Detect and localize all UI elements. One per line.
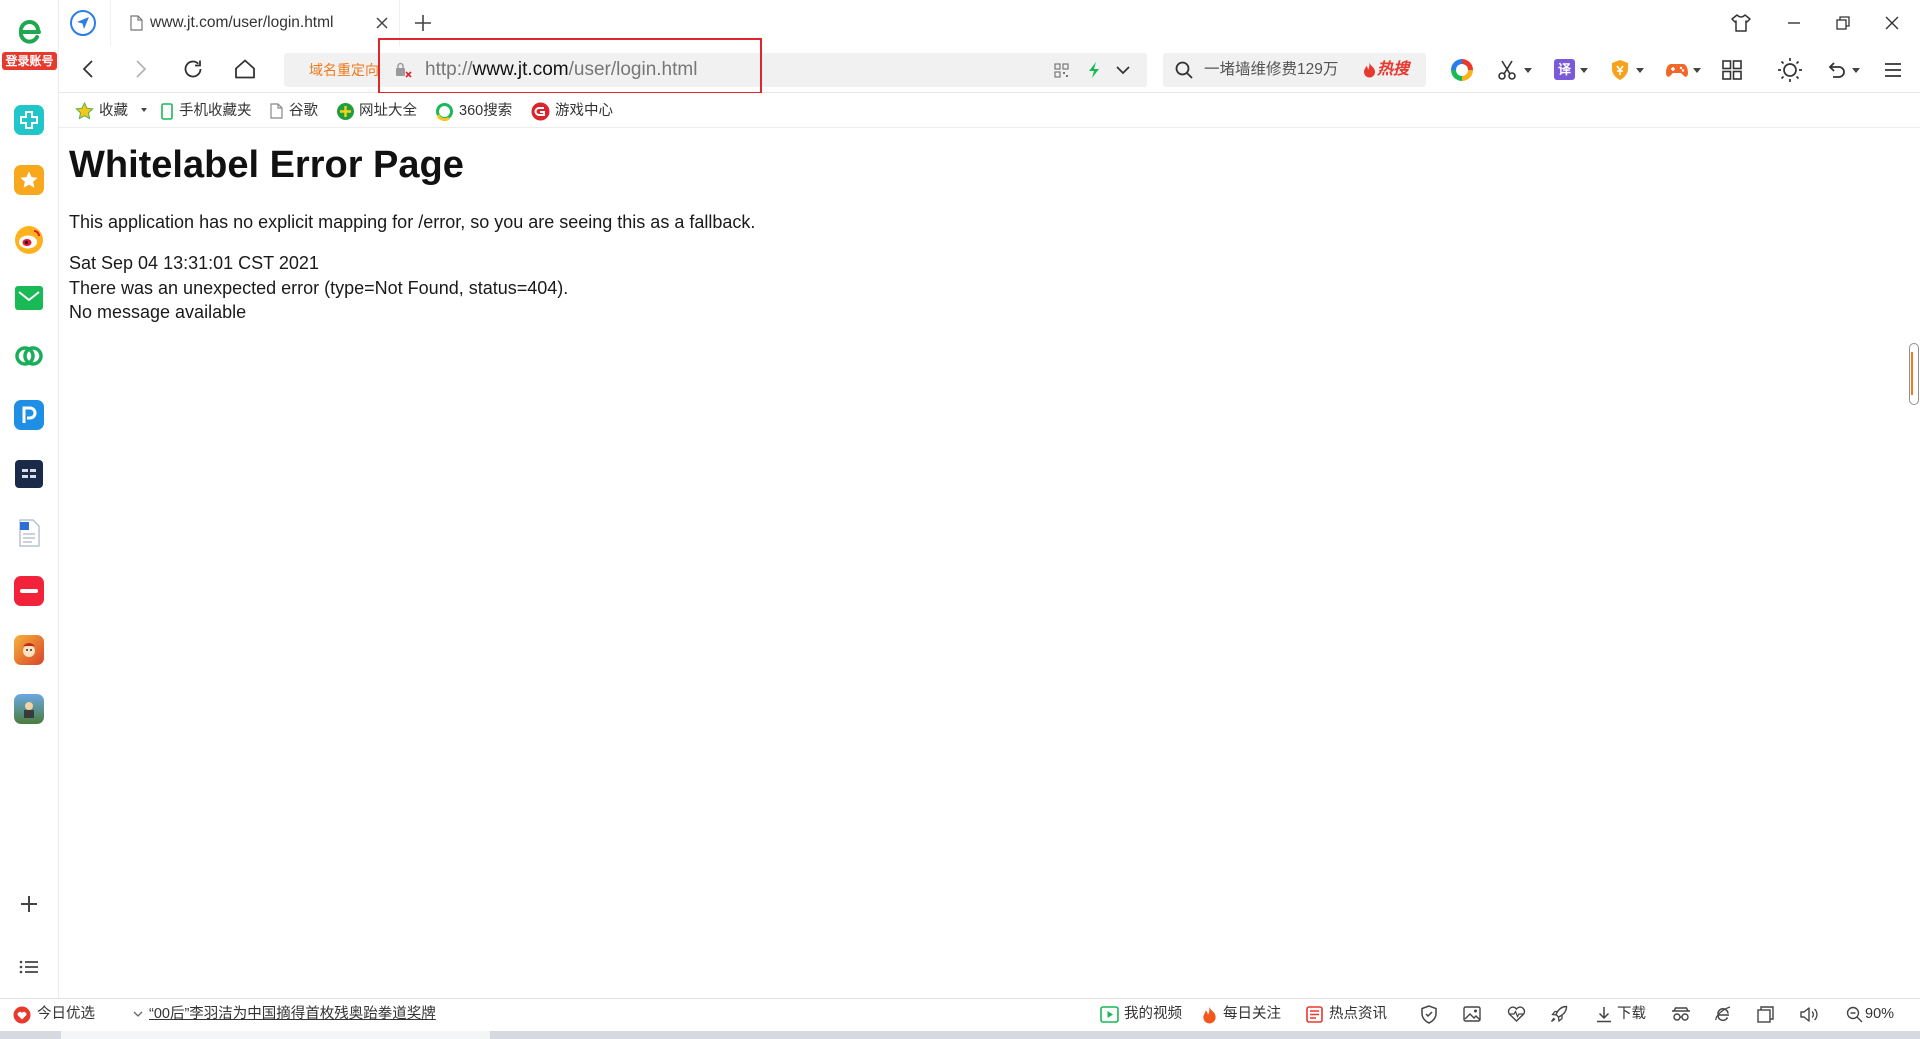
translate-glyph: 译 — [1557, 61, 1571, 77]
daily-picks-icon — [12, 1005, 31, 1024]
menu-icon[interactable] — [1883, 60, 1903, 80]
game-app-icon[interactable] — [14, 635, 44, 665]
teal-app-icon[interactable] — [14, 105, 44, 135]
bookmark-game-center[interactable]: 游戏中心 — [555, 102, 613, 120]
document-icon[interactable] — [15, 518, 43, 548]
close-icon[interactable] — [374, 15, 390, 31]
add-icon[interactable] — [17, 892, 41, 916]
favorites-star-icon — [74, 101, 94, 121]
close-window-icon[interactable] — [1880, 11, 1904, 35]
daily-follow-label[interactable]: 每日关注 — [1223, 1005, 1281, 1023]
scissors-icon[interactable] — [1495, 58, 1519, 82]
reader-mode-icon[interactable] — [1670, 1004, 1692, 1024]
star-icon[interactable] — [14, 165, 44, 195]
back-icon[interactable] — [77, 58, 99, 80]
brightness-icon[interactable] — [1777, 57, 1803, 83]
qr-code-icon[interactable] — [1052, 61, 1070, 79]
browser-logo-icon[interactable] — [14, 14, 44, 48]
chevron-down-icon[interactable] — [1113, 60, 1133, 80]
game-caret[interactable] — [1693, 68, 1701, 73]
window-mode-icon[interactable] — [1755, 1004, 1775, 1024]
navy-app-icon[interactable] — [15, 460, 43, 488]
ie-compat-icon[interactable] — [1713, 1004, 1733, 1024]
undo-icon[interactable] — [1824, 58, 1848, 82]
browser-ring-icon[interactable] — [1451, 59, 1473, 81]
bookmark-web-directory[interactable]: 网址大全 — [359, 102, 417, 120]
web-directory-icon — [335, 101, 355, 121]
page-content: Whitelabel Error Page This application h… — [59, 128, 1908, 998]
translate-icon[interactable]: 译 — [1554, 59, 1575, 80]
skin-icon[interactable] — [1729, 11, 1753, 35]
lightning-icon[interactable] — [1084, 60, 1104, 80]
download-label[interactable]: 下载 — [1617, 1005, 1646, 1023]
bookmark-360-search[interactable]: 360搜索 — [459, 102, 512, 120]
zoom-level[interactable]: 90% — [1865, 1005, 1894, 1023]
error-timestamp: Sat Sep 04 13:31:01 CST 2021 — [69, 253, 319, 273]
game-icon[interactable] — [1664, 58, 1690, 82]
weibo-icon[interactable] — [14, 225, 44, 255]
taskbar-item — [61, 1031, 490, 1039]
scrollbar-indicator — [1911, 352, 1913, 395]
daily-picks-label[interactable]: 今日优选 — [37, 1005, 95, 1023]
page-icon — [129, 15, 143, 31]
red-app-icon[interactable] — [14, 576, 44, 606]
search-360-icon — [434, 101, 454, 121]
redirect-label[interactable]: 域名重定向 — [309, 61, 379, 79]
blue-p-app-icon[interactable] — [14, 400, 44, 430]
compass-icon[interactable] — [69, 9, 97, 37]
hot-search-label[interactable]: 热搜 — [1377, 59, 1409, 81]
page-title: Whitelabel Error Page — [69, 144, 464, 186]
error-detail: There was an unexpected error (type=Not … — [69, 278, 569, 298]
fire-icon — [1362, 60, 1376, 78]
scissors-caret[interactable] — [1524, 68, 1532, 73]
game-center-icon — [530, 101, 550, 121]
restore-icon[interactable] — [1831, 11, 1855, 35]
image-icon[interactable] — [1462, 1004, 1482, 1024]
error-description: This application has no explicit mapping… — [69, 212, 756, 232]
sound-icon[interactable] — [1798, 1004, 1818, 1024]
security-shield-icon[interactable] — [1419, 1004, 1439, 1024]
download-icon[interactable] — [1594, 1004, 1614, 1024]
news-chevron-icon — [132, 1008, 144, 1020]
minimize-icon[interactable] — [1782, 11, 1806, 35]
hot-news-icon — [1305, 1005, 1323, 1024]
sidebar: 登录账号 — [0, 0, 59, 998]
my-video-label[interactable]: 我的视频 — [1124, 1005, 1182, 1023]
shield-caret[interactable] — [1636, 68, 1644, 73]
login-badge[interactable]: 登录账号 — [2, 52, 57, 70]
news-link[interactable]: “00后”李羽洁为中国摘得首枚残奥跆拳道奖牌 — [149, 1005, 436, 1023]
search-icon[interactable] — [1173, 59, 1195, 81]
home-icon[interactable] — [233, 57, 257, 81]
bookmark-page-icon — [268, 101, 284, 121]
undo-caret[interactable] — [1852, 68, 1860, 73]
bookmark-google[interactable]: 谷歌 — [289, 102, 318, 120]
bookmark-favorites[interactable]: 收藏 — [99, 102, 128, 120]
cloud-icon[interactable] — [14, 341, 44, 371]
search-hot-query[interactable]: 一堵墙维修费129万 — [1204, 59, 1338, 81]
game-app-icon-2[interactable] — [14, 694, 44, 724]
browser-ring-center — [1456, 64, 1468, 76]
grid-icon[interactable] — [1721, 59, 1743, 81]
highlight-box — [378, 38, 762, 94]
list-icon[interactable] — [18, 957, 40, 977]
my-video-icon — [1099, 1005, 1119, 1024]
plus-icon[interactable] — [412, 12, 434, 34]
active-tab[interactable]: www.jt.com/user/login.html — [110, 0, 400, 46]
health-heart-icon[interactable] — [1506, 1004, 1526, 1024]
forward-icon[interactable] — [130, 58, 152, 80]
shield-icon[interactable] — [1609, 58, 1631, 82]
reload-icon[interactable] — [181, 57, 205, 81]
translate-caret[interactable] — [1580, 68, 1588, 73]
daily-follow-fire-icon — [1200, 1004, 1218, 1024]
tab-title: www.jt.com/user/login.html — [150, 14, 334, 31]
error-message: No message available — [69, 302, 247, 322]
phone-icon — [159, 101, 175, 121]
rocket-icon[interactable] — [1549, 1004, 1569, 1024]
favorites-caret[interactable] — [141, 108, 147, 112]
zoom-icon[interactable] — [1845, 1005, 1864, 1024]
bookmark-mobile-favorites[interactable]: 手机收藏夹 — [179, 102, 252, 120]
mail-icon[interactable] — [15, 286, 43, 310]
hot-news-label[interactable]: 热点资讯 — [1329, 1005, 1387, 1023]
scrollbar-thumb[interactable] — [1909, 343, 1919, 405]
